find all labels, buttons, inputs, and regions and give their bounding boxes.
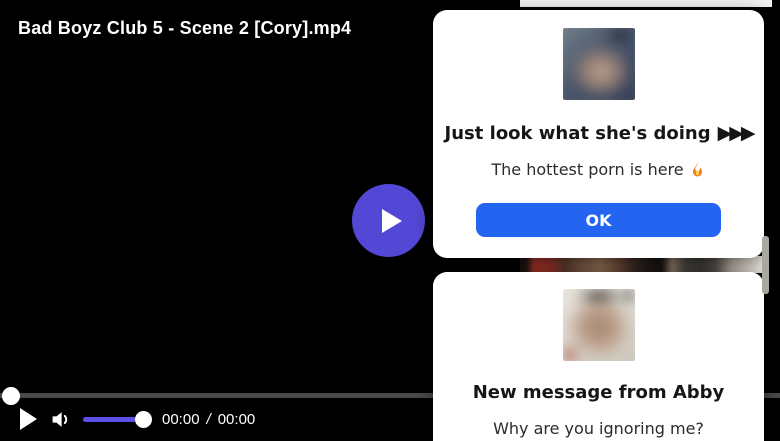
video-title: Bad Boyz Club 5 - Scene 2 [Cory].mp4 [18,18,351,39]
fire-icon [689,161,706,178]
scrollbar-thumb[interactable] [762,236,769,294]
popup-heading: New message from Abby [473,382,725,403]
ok-button[interactable]: OK [476,203,721,237]
duration: 00:00 [218,411,256,428]
popup-heading-text: New message from Abby [473,382,725,403]
time-display: 00:00 / 00:00 [162,411,255,428]
big-play-button[interactable] [352,184,425,257]
popup-body-text: Why are you ignoring me? [493,419,704,438]
popup-thumbnail-image [563,28,635,100]
popup-body: The hottest porn is here [491,160,705,179]
seek-handle[interactable] [2,387,20,405]
volume-slider[interactable] [83,417,136,422]
popup-body-text: The hottest porn is here [491,160,683,179]
big-play-icon [382,209,402,233]
message-popup: New message from Abby Why are you ignori… [433,272,764,441]
popup-thumbnail-image [563,289,635,361]
time-separator: / [207,411,211,428]
speaker-icon [47,406,74,433]
current-time: 00:00 [162,411,200,428]
triple-play-arrows-icon: ▶▶▶ [718,122,753,144]
popup-body: Why are you ignoring me? [493,419,704,438]
volume-handle[interactable] [135,411,152,428]
video-player-page: Bad Boyz Club 5 - Scene 2 [Cory].mp4 00:… [0,0,780,441]
background-image-strip [520,256,768,273]
mute-button[interactable] [47,406,74,433]
popup-thumbnail[interactable] [563,28,635,100]
background-page-strip [520,0,772,7]
ad-popup: Just look what she's doing ▶▶▶ The hotte… [433,10,764,258]
popup-heading-text: Just look what she's doing [445,123,711,144]
popup-thumbnail[interactable] [563,289,635,361]
background-image [520,256,768,273]
popup-heading: Just look what she's doing ▶▶▶ [445,122,753,144]
play-button[interactable] [20,408,37,430]
